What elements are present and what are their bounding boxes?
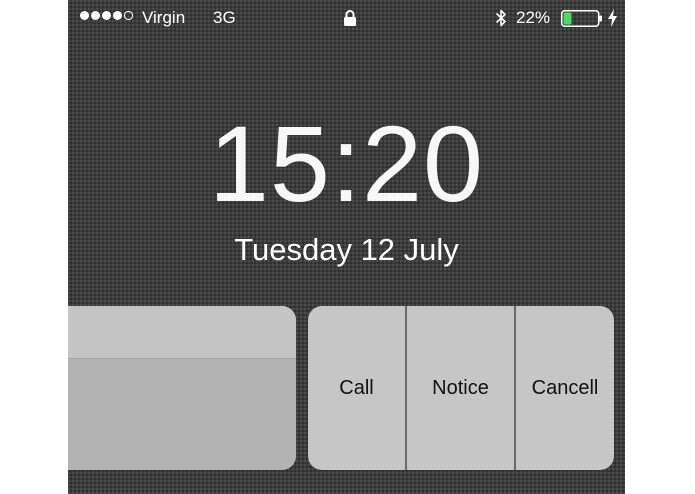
lock-icon bbox=[344, 10, 356, 26]
cancel-button[interactable]: Cancell bbox=[514, 306, 614, 470]
lock-screen-time: 15:20 bbox=[208, 103, 485, 224]
bluetooth-icon bbox=[495, 9, 506, 27]
lightning-icon bbox=[608, 9, 617, 27]
network-type: 3G bbox=[213, 8, 236, 27]
signal-strength-icon bbox=[80, 11, 133, 20]
notice-button[interactable]: Notice bbox=[405, 306, 514, 470]
signal-dot bbox=[124, 11, 133, 20]
lock-screen: Virgin 3G 22% 15:20 Tuesday 12 July Call… bbox=[68, 0, 625, 494]
signal-dot bbox=[102, 11, 111, 20]
battery-level-fill bbox=[563, 12, 572, 25]
battery-percentage: 22% bbox=[516, 8, 551, 27]
notification-header bbox=[68, 306, 296, 359]
signal-dot bbox=[113, 11, 122, 20]
lock-screen-date: Tuesday 12 July bbox=[234, 232, 459, 267]
signal-dot bbox=[91, 11, 100, 20]
notification-card[interactable] bbox=[68, 306, 296, 470]
status-bar: Virgin 3G 22% bbox=[68, 0, 625, 36]
notification-body bbox=[68, 359, 296, 470]
call-button[interactable]: Call bbox=[308, 306, 405, 470]
notification-actions: Call Notice Cancell bbox=[308, 306, 614, 470]
battery-icon bbox=[561, 10, 602, 27]
carrier-name: Virgin bbox=[142, 8, 186, 27]
signal-dot bbox=[80, 11, 89, 20]
